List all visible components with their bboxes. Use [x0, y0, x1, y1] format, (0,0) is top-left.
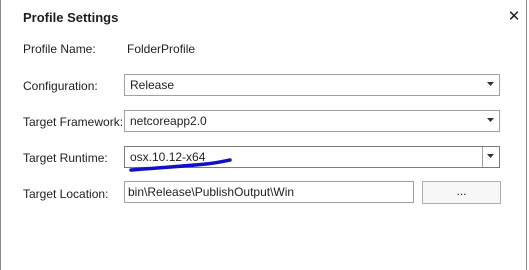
chevron-down-icon[interactable]: [483, 111, 499, 131]
target-framework-dropdown[interactable]: netcoreapp2.0: [124, 110, 500, 132]
profile-settings-dialog: Profile Settings ✕ Profile Name: FolderP…: [0, 0, 527, 270]
profile-name-value: FolderProfile: [127, 42, 196, 56]
close-icon[interactable]: ✕: [503, 6, 525, 28]
configuration-dropdown[interactable]: Release: [124, 74, 500, 96]
target-location-field[interactable]: [124, 181, 414, 203]
underline-annotation: [129, 158, 232, 172]
target-framework-selected-value: netcoreapp2.0: [130, 114, 207, 128]
target-runtime-label: Target Runtime:: [23, 151, 108, 165]
profile-name-label: Profile Name:: [23, 42, 96, 56]
target-location-label: Target Location:: [23, 187, 109, 201]
dialog-title: Profile Settings: [23, 10, 119, 25]
target-runtime-dropdown[interactable]: osx.10.12-x64: [124, 146, 500, 168]
configuration-selected-value: Release: [130, 78, 175, 92]
chevron-down-icon[interactable]: [483, 75, 499, 95]
target-framework-label: Target Framework:: [23, 115, 124, 129]
target-runtime-selected-value: osx.10.12-x64: [130, 150, 206, 164]
target-location-input[interactable]: [128, 183, 408, 201]
browse-button[interactable]: ...: [422, 181, 501, 204]
configuration-label: Configuration:: [23, 79, 98, 93]
chevron-down-icon[interactable]: [482, 147, 499, 167]
